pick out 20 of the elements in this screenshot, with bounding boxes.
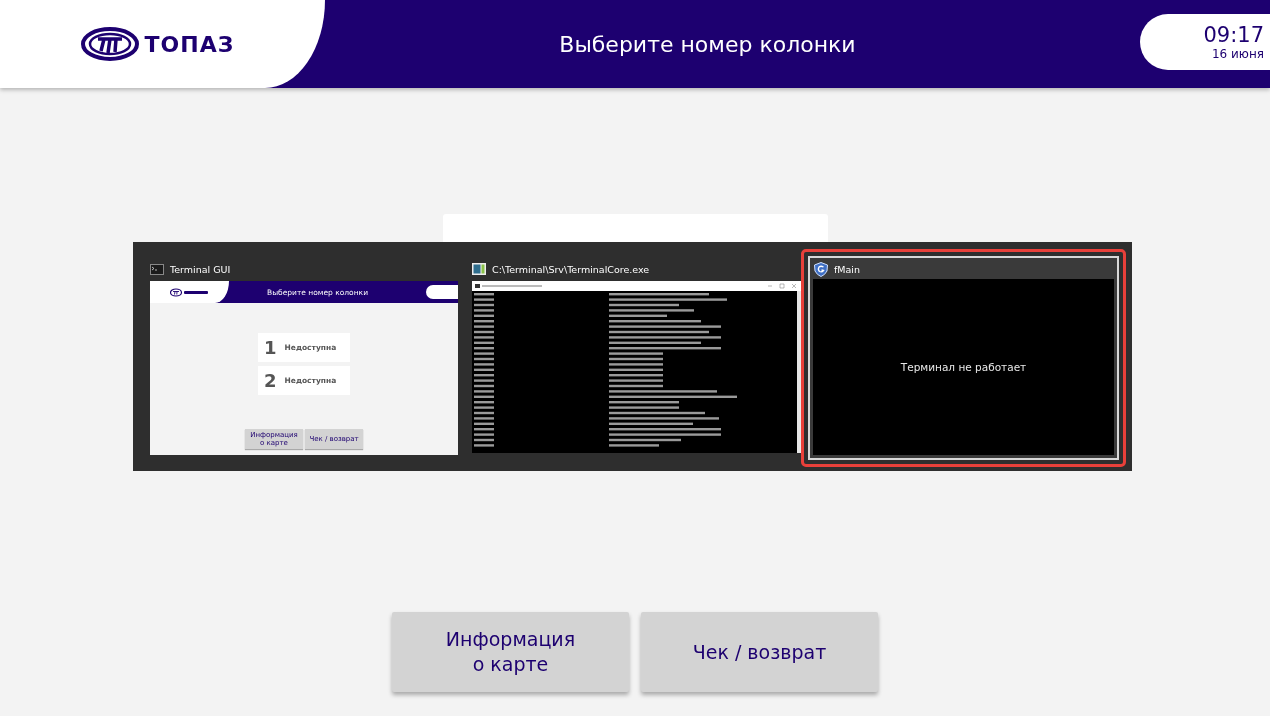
window-title: Terminal GUI <box>170 263 231 275</box>
logo-text: ТОПАЗ <box>144 31 235 57</box>
action-button[interactable]: Информация о карте <box>392 612 629 692</box>
window-thumbnail[interactable]: fMain Терминал не работает <box>801 249 1126 467</box>
clock-time: 09:17 <box>1203 23 1264 47</box>
window-thumbnail[interactable]: C:\Terminal\Srv\TerminalCore.exe <box>465 249 801 467</box>
app-window-icon <box>472 263 486 275</box>
status-message: Терминал не работает <box>900 361 1027 373</box>
clock-panel <box>426 285 458 299</box>
column-number: 1 <box>264 337 277 358</box>
action-button[interactable]: Чек / возврат <box>641 612 878 692</box>
logo-icon <box>169 287 210 297</box>
terminal-icon <box>150 263 164 275</box>
window-title: C:\Terminal\Srv\TerminalCore.exe <box>492 263 650 275</box>
logo-icon <box>80 27 139 61</box>
shield-icon <box>814 261 828 277</box>
screen-title: Выберите номер колонки <box>559 31 856 57</box>
clock-date: 16 июня <box>1211 47 1264 61</box>
window-title: fMain <box>834 263 861 275</box>
column-number: 2 <box>264 370 277 391</box>
